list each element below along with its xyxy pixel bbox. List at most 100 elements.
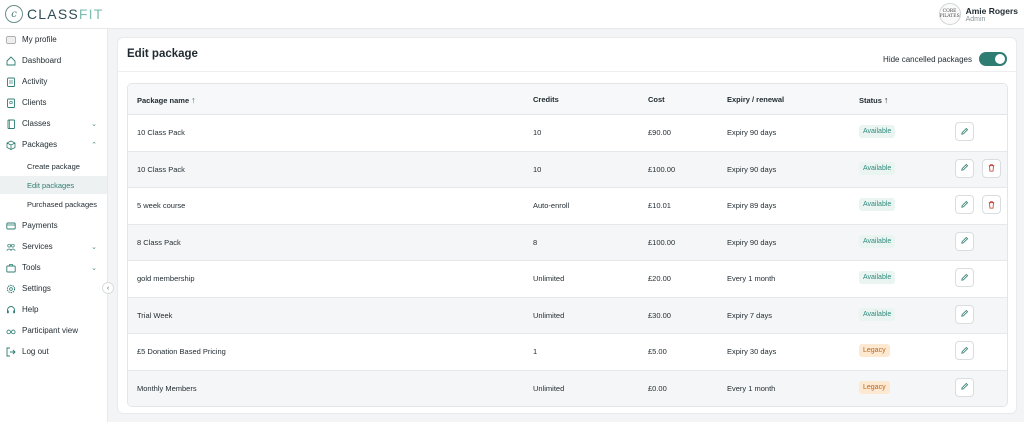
pencil-icon: [960, 159, 969, 177]
sidebar-item-settings[interactable]: Settings: [0, 279, 107, 298]
trash-icon: [987, 196, 996, 214]
cost-cell: £90.00: [648, 128, 671, 137]
sidebar-item-label: Settings: [22, 284, 51, 293]
sidebar-item-services[interactable]: Services ⌄: [0, 237, 107, 256]
sidebar-subitem-purchased-packages[interactable]: Purchased packages: [0, 195, 107, 213]
sidebar-item-clients[interactable]: Clients: [0, 93, 107, 112]
gear-icon: [6, 284, 16, 294]
credits-cell: Unlimited: [533, 310, 565, 320]
column-header-status[interactable]: Status ↑: [859, 95, 888, 105]
sidebar-item-help[interactable]: Help: [0, 300, 107, 319]
sidebar-item-label: Dashboard: [22, 56, 62, 65]
chevron-down-icon[interactable]: ⌄: [91, 264, 97, 272]
column-header-credits: Credits: [533, 95, 559, 104]
column-header-cost: Cost: [648, 95, 665, 104]
sidebar-item-label: Log out: [22, 347, 49, 356]
package-name-cell: 10 Class Pack: [137, 128, 185, 137]
credits-cell: 10: [533, 128, 542, 137]
sidebar-item-label: Services: [22, 242, 53, 251]
pencil-icon: [960, 342, 969, 360]
column-header-package-name[interactable]: Package name ↑: [137, 95, 196, 105]
cost-cell: £100.00: [648, 164, 676, 174]
status-badge: Available: [859, 307, 896, 321]
sidebar-subitem-create-package[interactable]: Create package: [0, 157, 107, 175]
home-icon: [6, 55, 16, 66]
sort-up-icon[interactable]: ↑: [191, 95, 196, 105]
edit-button[interactable]: [955, 377, 974, 397]
package-name-cell: Trial Week: [137, 310, 173, 320]
pencil-icon: [960, 196, 969, 214]
column-header-expiry: Expiry / renewal: [727, 95, 785, 104]
sidebar-item-payments[interactable]: Payments: [0, 216, 107, 235]
sidebar-item-classes[interactable]: Classes ⌄: [0, 114, 107, 133]
table-row: Monthly Members Unlimited £0.00 Every 1 mon…: [128, 370, 1007, 406]
sort-up-icon[interactable]: ↑: [884, 95, 889, 105]
hide-cancelled-toggle[interactable]: [979, 52, 1007, 66]
expiry-cell: Expiry 90 days: [727, 237, 777, 247]
user-name: Amie Rogers: [965, 5, 1018, 16]
sidebar-item-label: Participant view: [22, 326, 79, 335]
expiry-cell: Every 1 month: [727, 383, 776, 393]
sidebar-item-label: My profile: [22, 35, 57, 44]
status-badge: Legacy: [859, 344, 890, 357]
collapse-sidebar-button[interactable]: ‹: [102, 282, 114, 294]
trash-icon: [987, 159, 996, 177]
divider: [118, 71, 1016, 72]
headset-icon: [6, 305, 16, 315]
table-header: Package name ↑ Credits Cost Expiry / rene…: [128, 84, 1007, 115]
sidebar-item-label: Tools: [22, 263, 41, 272]
table-row: 10 Class Pack 10 £90.00 Expiry 90 days Avail…: [128, 115, 1007, 152]
cost-cell: £0.00: [648, 383, 667, 393]
logo-mark-icon: c: [5, 5, 23, 23]
toolbox-icon: [6, 263, 16, 273]
sidebar-item-log-out[interactable]: Log out: [0, 342, 107, 361]
edit-button[interactable]: [955, 304, 974, 324]
status-badge: Available: [859, 271, 896, 284]
sidebar-item-packages[interactable]: Packages ⌃: [0, 135, 107, 154]
sidebar-item-label: Help: [22, 305, 39, 314]
cost-cell: £20.00: [648, 274, 671, 283]
edit-button[interactable]: [955, 158, 974, 178]
toggle-knob: [995, 54, 1005, 64]
sidebar-item-label: Payments: [22, 221, 58, 230]
cost-cell: £10.01: [648, 201, 671, 210]
sidebar-item-label: Clients: [22, 98, 47, 107]
brand-logo[interactable]: c CLASSFIT: [5, 5, 104, 23]
chevron-down-icon[interactable]: ⌄: [91, 243, 97, 251]
user-role: Admin: [965, 15, 986, 23]
package-name-cell: 10 Class Pack: [137, 164, 185, 174]
table-row: Trial Week Unlimited £30.00 Expiry 7 days Av…: [128, 297, 1007, 334]
book-icon: [6, 119, 16, 129]
edit-button[interactable]: [955, 341, 974, 360]
delete-button[interactable]: [982, 158, 1001, 178]
edit-button[interactable]: [955, 268, 974, 287]
sidebar-item-dashboard[interactable]: Dashboard: [0, 51, 107, 70]
sidebar-subitem-edit-packages[interactable]: Edit packages: [0, 176, 107, 194]
package-name-cell: gold membership: [137, 274, 195, 283]
sidebar-item-activity[interactable]: Activity: [0, 72, 107, 91]
credits-cell: 1: [533, 347, 538, 356]
toggle-label: Hide cancelled packages: [883, 54, 972, 64]
user-menu[interactable]: CORE PILATES Amie Rogers Admin: [938, 3, 1018, 25]
sidebar-item-participant-view[interactable]: Participant view: [0, 321, 107, 340]
edit-button[interactable]: [955, 195, 974, 214]
expiry-cell: Expiry 90 days: [727, 128, 777, 137]
sidebar-item-label: Activity: [22, 77, 48, 86]
expiry-cell: Expiry 89 days: [727, 201, 777, 210]
cost-cell: £5.00: [648, 347, 667, 356]
edit-button[interactable]: [955, 231, 974, 251]
chevron-up-icon[interactable]: ⌃: [91, 141, 97, 149]
clients-icon: [6, 98, 16, 108]
edit-button[interactable]: [955, 122, 974, 141]
brand-name: CLASSFIT: [27, 6, 104, 22]
sidebar-item-tools[interactable]: Tools ⌄: [0, 258, 107, 277]
credits-cell: Unlimited: [533, 274, 565, 283]
avatar[interactable]: CORE PILATES: [938, 3, 961, 25]
sidebar-item-label: Classes: [22, 119, 51, 128]
expiry-cell: Expiry 30 days: [727, 347, 777, 356]
pencil-icon: [960, 378, 969, 396]
delete-button[interactable]: [982, 195, 1001, 214]
sidebar-item-my-profile[interactable]: My profile: [0, 30, 107, 49]
expiry-cell: Expiry 90 days: [727, 164, 777, 174]
chevron-down-icon[interactable]: ⌄: [91, 120, 97, 128]
